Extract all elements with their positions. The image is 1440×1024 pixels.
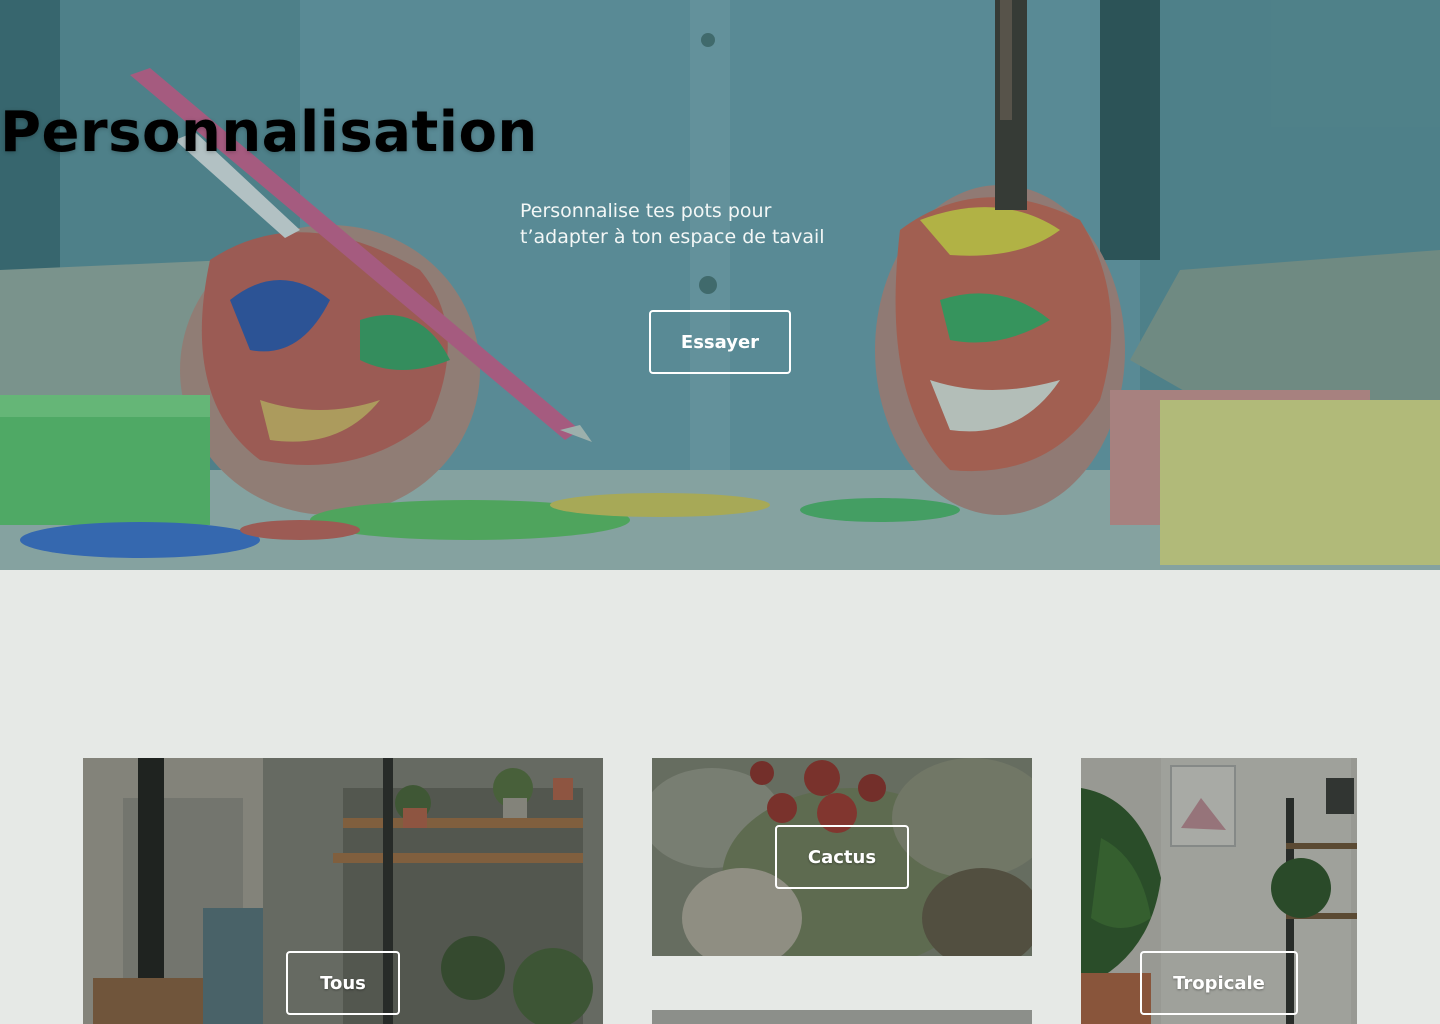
- category-card-partial[interactable]: [652, 1010, 1032, 1024]
- hero-title: Personnalisation: [0, 100, 538, 165]
- hero-banner: Personnalisation Personnalise tes pots p…: [0, 0, 1440, 570]
- category-tous-button[interactable]: Tous: [286, 951, 400, 1015]
- category-cactus-button[interactable]: Cactus: [775, 825, 909, 889]
- category-tropicale-button[interactable]: Tropicale: [1140, 951, 1298, 1015]
- try-button[interactable]: Essayer: [649, 310, 791, 374]
- category-card-tous[interactable]: Tous: [83, 758, 603, 1024]
- hero-color-overlay: [0, 0, 1440, 570]
- category-card-tropicale[interactable]: Tropicale: [1081, 758, 1357, 1024]
- category-card-cactus[interactable]: Cactus: [652, 758, 1032, 956]
- hero-subtitle-line-1: Personnalise tes pots pour: [520, 200, 772, 222]
- hero-subtitle-line-2: t’adapter à ton espace de tavail: [520, 226, 825, 248]
- hero-subtitle: Personnalise tes pots pour t’adapter à t…: [520, 198, 920, 250]
